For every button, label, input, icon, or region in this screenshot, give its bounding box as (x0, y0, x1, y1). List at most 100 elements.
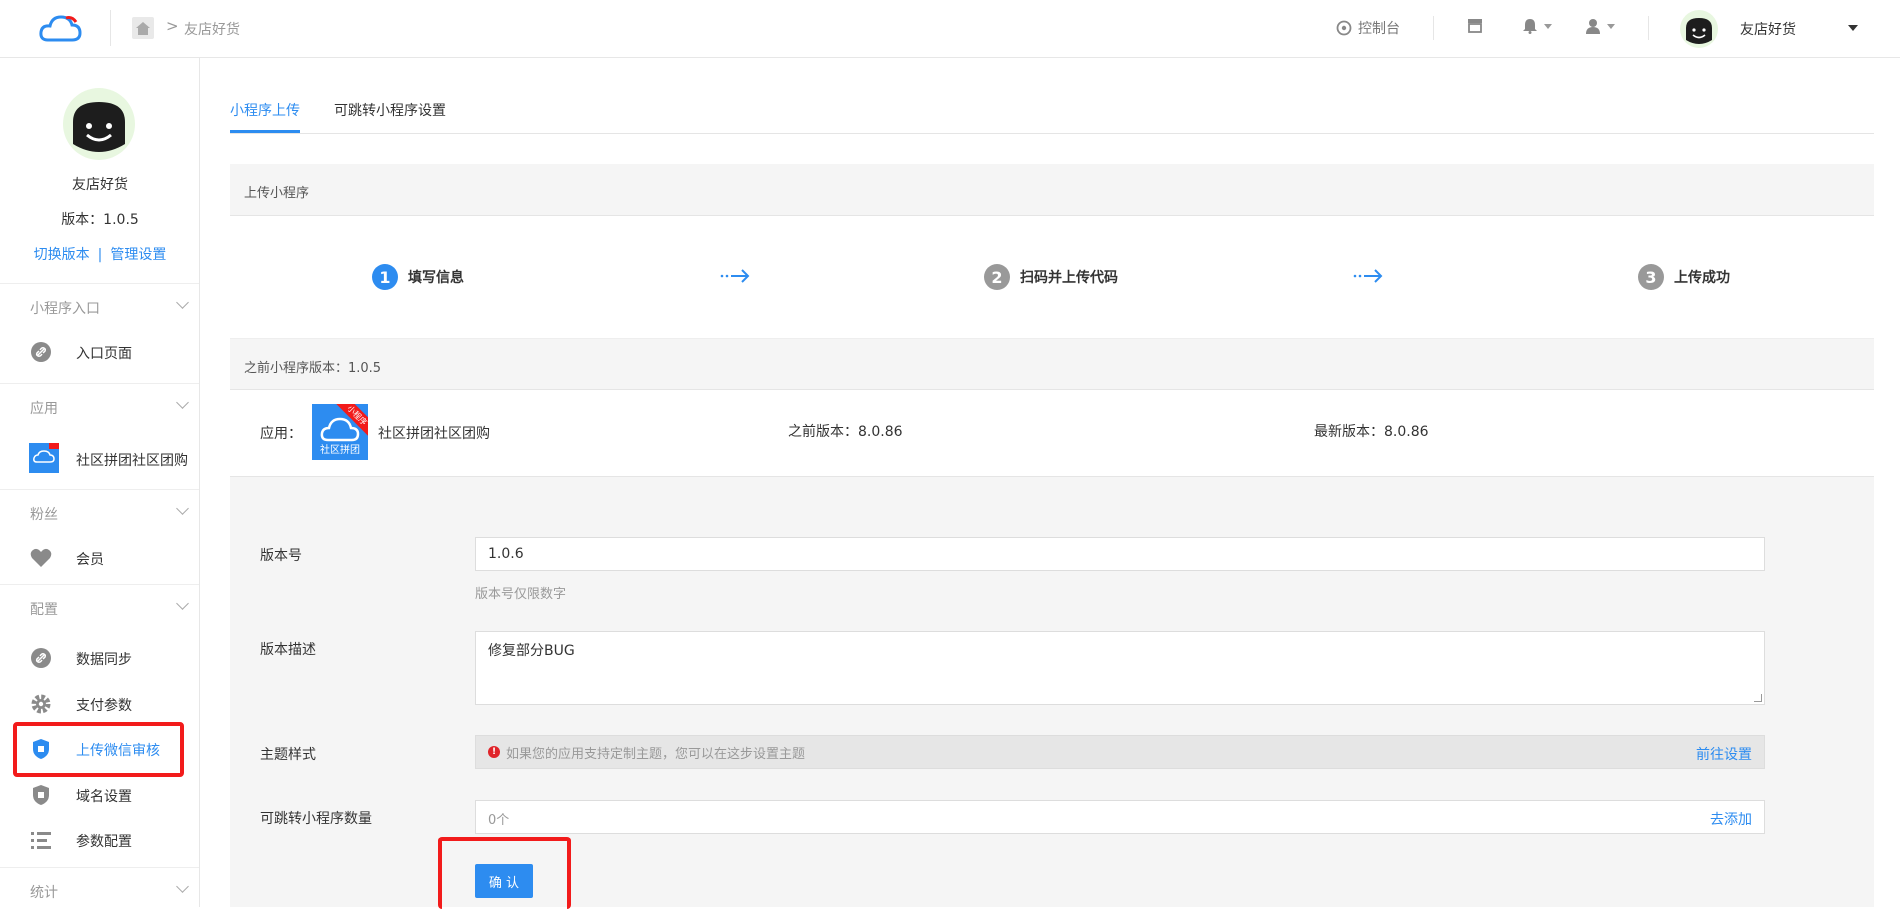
sidebar-item-label: 社区拼团社区团购 (76, 453, 188, 469)
sidebar-section-fans[interactable]: 粉丝 (0, 489, 199, 529)
store-icon[interactable] (1467, 18, 1483, 33)
highlight-box (438, 837, 571, 909)
avatar[interactable] (1680, 10, 1718, 48)
caret-down-icon[interactable] (1848, 25, 1858, 31)
jump-count-label: 可跳转小程序数量 (260, 811, 372, 827)
upload-panel-header: 上传小程序 (230, 164, 1874, 216)
previous-version: 之前版本：8.0.86 (788, 424, 903, 440)
section-label: 配置 (30, 602, 58, 618)
app-name: 友店好货 (72, 177, 128, 193)
theme-label: 主题样式 (260, 747, 316, 763)
tab-bar: 小程序上传 可跳转小程序设置 (230, 94, 1874, 134)
sidebar-item-entry-page[interactable]: 入口页面 (0, 331, 199, 371)
version-label: 版本号 (260, 548, 302, 564)
theme-notice: 如果您的应用支持定制主题，您可以在这步设置主题 (506, 746, 806, 762)
shield-icon (30, 784, 52, 806)
step-label: 扫码并上传代码 (1020, 270, 1118, 286)
list-icon (30, 829, 52, 851)
chevron-down-icon (1607, 23, 1615, 29)
sidebar-section-apps[interactable]: 应用 (0, 383, 199, 423)
step-upload-success: 3 上传成功 (1638, 264, 1730, 290)
step-number: 2 (984, 264, 1010, 290)
sidebar-item-label: 会员 (76, 552, 104, 568)
sidebar-item-community-group[interactable]: 社区拼团社区团购 (0, 438, 199, 478)
go-settings-link[interactable]: 前往设置 (1696, 744, 1752, 764)
sidebar-section-stats[interactable]: 统计 (0, 867, 199, 907)
sidebar-section-entry[interactable]: 小程序入口 (0, 283, 199, 323)
sidebar-item-members[interactable]: 会员 (0, 537, 199, 577)
app-thumbnail: 小程序 社区拼团 (312, 404, 368, 460)
app-version: 版本：1.0.5 (61, 212, 139, 228)
manage-settings-link[interactable]: 管理设置 (110, 247, 166, 263)
link-separator: | (97, 247, 103, 263)
divider (1433, 16, 1434, 40)
section-label: 粉丝 (30, 507, 58, 523)
latest-version: 最新版本：8.0.86 (1314, 424, 1429, 440)
chevron-down-icon (176, 880, 189, 893)
cloud-logo-icon[interactable] (38, 12, 84, 46)
chevron-down-icon (176, 502, 189, 515)
gear-icon (30, 693, 52, 715)
sidebar-item-payment-params[interactable]: 支付参数 (0, 683, 199, 723)
sidebar-links: 切换版本 | 管理设置 (0, 244, 200, 264)
sidebar-item-data-sync[interactable]: 数据同步 (0, 637, 199, 677)
version-input[interactable]: 1.0.6 (475, 537, 1765, 571)
tab-jump-settings[interactable]: 可跳转小程序设置 (334, 100, 446, 120)
sidebar-item-label: 入口页面 (76, 346, 132, 362)
heart-icon (30, 547, 52, 569)
resize-handle[interactable] (1754, 694, 1762, 702)
section-label: 应用 (30, 401, 58, 417)
jump-count-value: 0个 (488, 813, 510, 828)
home-icon[interactable] (132, 17, 154, 39)
console-link[interactable]: 控制台 (1336, 18, 1400, 38)
app-icon (29, 443, 59, 473)
notification-bell-icon[interactable] (1522, 18, 1552, 34)
chevron-down-icon (176, 597, 189, 610)
sidebar-item-label: 域名设置 (76, 789, 132, 805)
sidebar-item-label: 数据同步 (76, 652, 132, 668)
user-name[interactable]: 友店好货 (1740, 19, 1796, 39)
section-label: 统计 (30, 885, 58, 901)
sidebar-item-params-config[interactable]: 参数配置 (0, 819, 199, 859)
tab-mini-program-upload[interactable]: 小程序上传 (230, 100, 300, 120)
theme-notice-field: ! 如果您的应用支持定制主题，您可以在这步设置主题 前往设置 (475, 735, 1765, 769)
sidebar: 友店好货 版本：1.0.5 切换版本 | 管理设置 小程序入口 入口页面 应用 社区… (0, 58, 200, 907)
chevron-down-icon (176, 296, 189, 309)
panel-title: 之前小程序版本：1.0.5 (244, 361, 382, 376)
arrow-right-icon (1353, 269, 1383, 283)
sidebar-item-domain-settings[interactable]: 域名设置 (0, 774, 199, 814)
arrow-right-icon (720, 269, 750, 283)
app-avatar (63, 88, 135, 160)
switch-version-link[interactable]: 切换版本 (34, 247, 90, 263)
add-jump-link[interactable]: 去添加 (1710, 809, 1752, 829)
app-thumbnail-caption: 社区拼团 (320, 445, 360, 456)
section-label: 小程序入口 (30, 301, 100, 317)
description-textarea[interactable]: 修复部分BUG (475, 631, 1765, 705)
user-menu-icon[interactable] (1585, 18, 1615, 34)
step-number: 1 (372, 264, 398, 290)
step-fill-info: 1 填写信息 (372, 264, 464, 290)
highlight-box (13, 722, 184, 777)
step-label: 填写信息 (408, 270, 464, 286)
app-label: 应用： (260, 426, 302, 442)
top-bar: > 友店好货 控制台 友店好货 (0, 0, 1900, 58)
console-label: 控制台 (1358, 21, 1400, 37)
chevron-down-icon (176, 396, 189, 409)
error-icon: ! (488, 746, 500, 758)
step-scan-upload: 2 扫码并上传代码 (984, 264, 1118, 290)
chevron-down-icon (1544, 23, 1552, 29)
link-icon (30, 341, 52, 363)
breadcrumb-separator: > (166, 17, 179, 35)
panel-title: 上传小程序 (244, 186, 310, 201)
divider (1648, 16, 1649, 40)
tab-active-indicator (230, 130, 300, 133)
breadcrumb[interactable]: 友店好货 (184, 19, 240, 39)
step-label: 上传成功 (1674, 270, 1730, 286)
dashboard-icon (1336, 20, 1352, 36)
description-label: 版本描述 (260, 642, 316, 658)
version-help: 版本号仅限数字 (475, 587, 567, 602)
link-icon (30, 647, 52, 669)
previous-version-header: 之前小程序版本：1.0.5 (230, 338, 1874, 390)
divider (110, 10, 111, 46)
sidebar-section-config[interactable]: 配置 (0, 584, 199, 624)
